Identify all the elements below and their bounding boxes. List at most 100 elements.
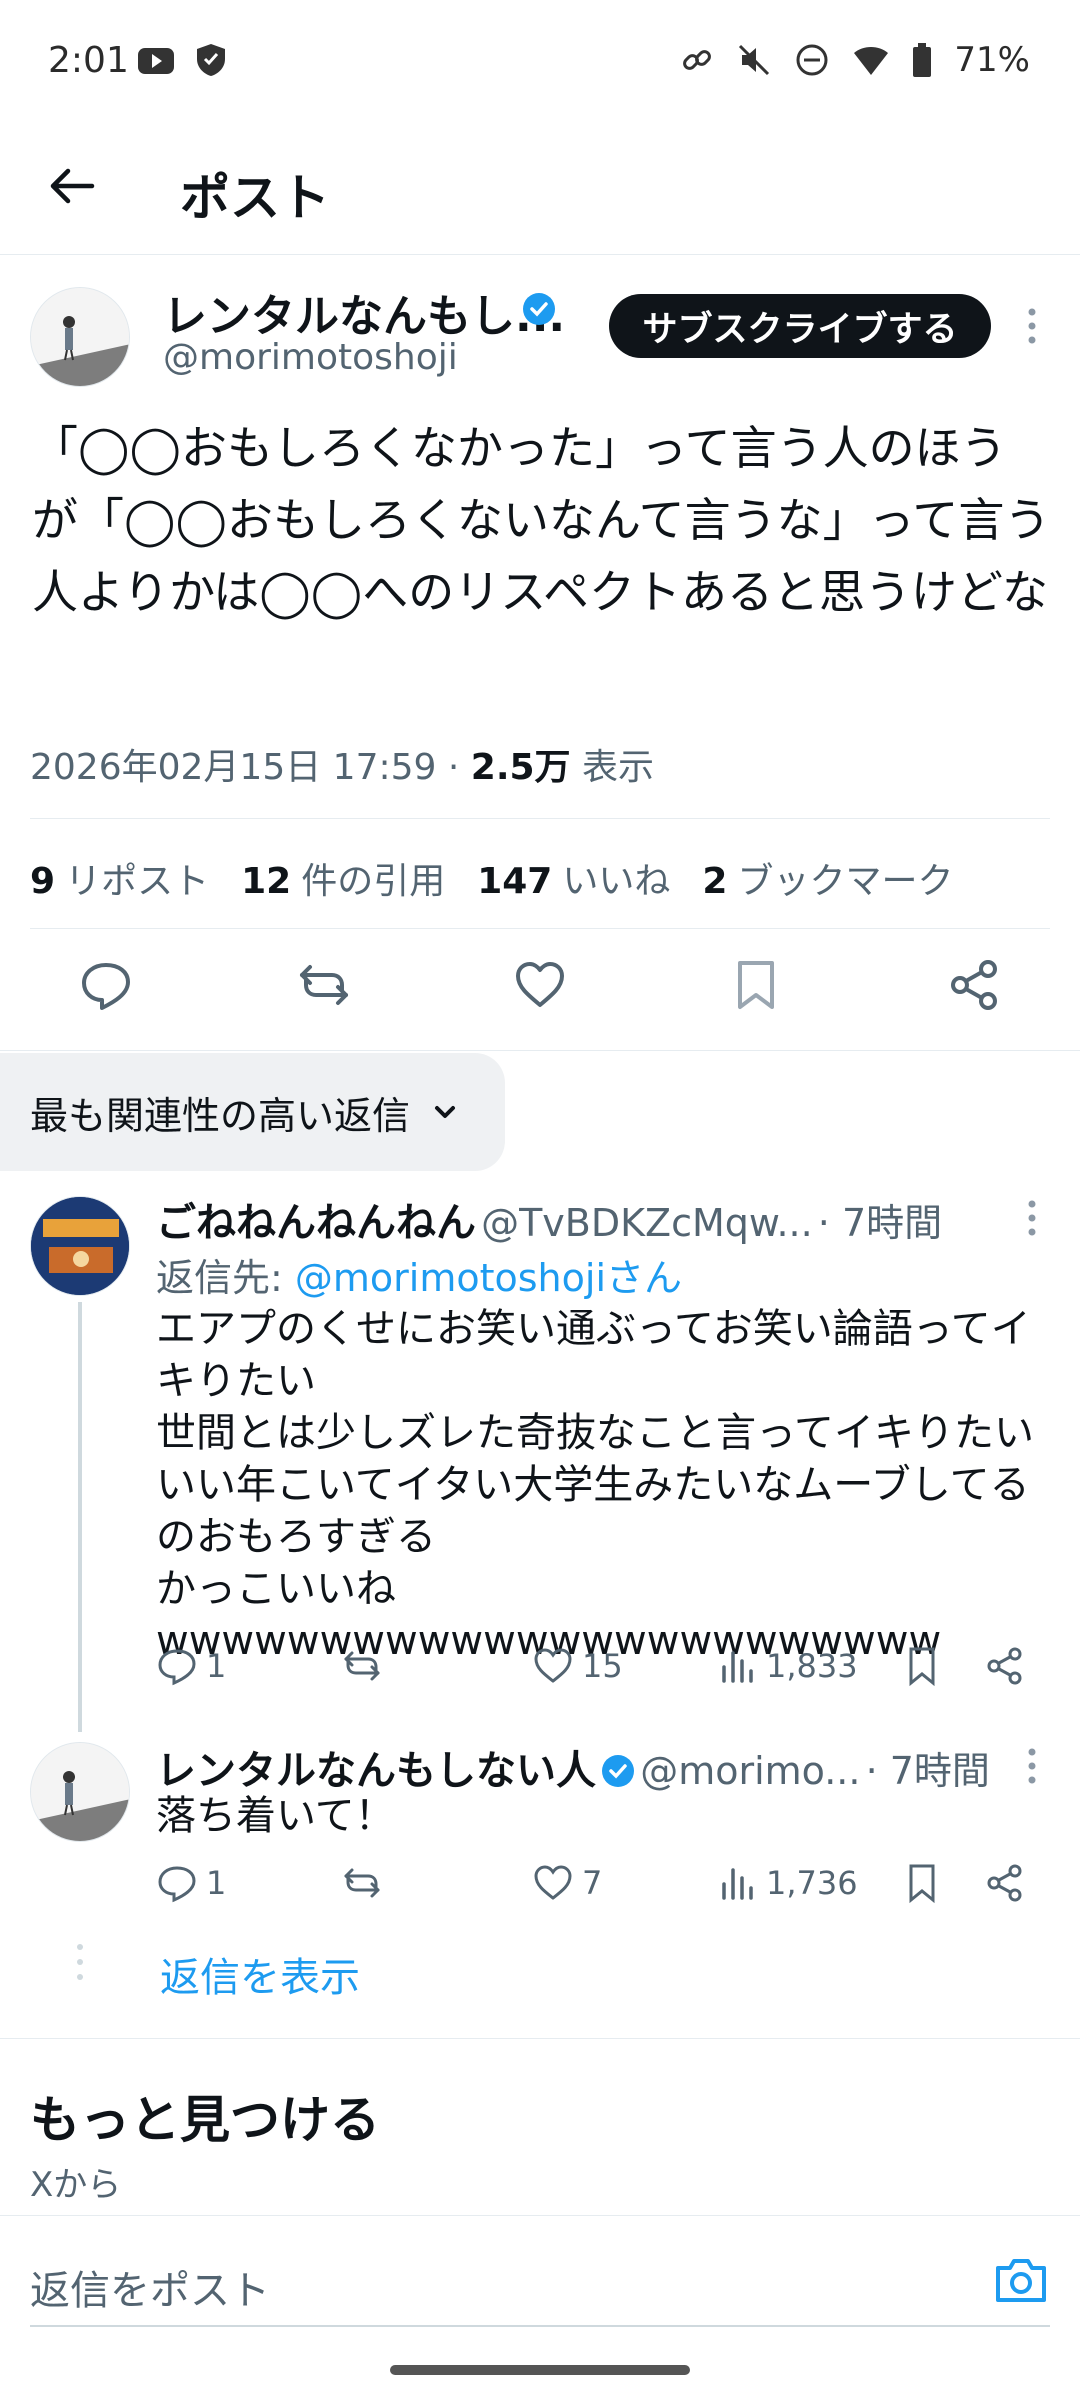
bookmark-icon — [909, 1647, 935, 1687]
reply-actions: 1 15 1,833 — [156, 1645, 1036, 1695]
like-icon — [534, 1865, 572, 1900]
quotes-count: 12 — [241, 861, 292, 902]
dnd-icon — [794, 42, 830, 78]
home-indicator[interactable] — [390, 2365, 690, 2375]
post-meta: 2026年02月15日 17:59 · 2.5万 表示 — [30, 738, 654, 790]
reposts-count: 9 — [30, 861, 56, 902]
views-count: 1,833 — [766, 1647, 858, 1685]
back-button[interactable] — [42, 156, 102, 216]
post-text: 「◯◯おもしろくなかった」って言う人のほうが「◯◯おもしろくないなんて言うな」っ… — [32, 421, 1051, 619]
wifi-icon — [852, 43, 890, 77]
bookmark-action[interactable] — [901, 1862, 943, 1904]
reply-text: 落ち着いて！ — [156, 1793, 395, 1839]
status-icons-right: 71% — [680, 40, 1030, 80]
share-icon — [987, 1647, 1022, 1685]
more-options-icon[interactable] — [1022, 1198, 1042, 1238]
discover-subtitle: Xから — [30, 2165, 122, 2205]
shield-icon — [194, 42, 228, 78]
battery-level: 71% — [954, 40, 1030, 80]
likes-count: 147 — [477, 861, 553, 902]
sort-label: 最も関連性の高い返信 — [30, 1093, 411, 1138]
reply-author-handle[interactable]: @morimo... — [640, 1749, 860, 1793]
likes-stat[interactable]: 147 いいね — [477, 852, 670, 904]
status-icons-left — [136, 42, 228, 78]
more-options-icon[interactable] — [1022, 306, 1042, 346]
verified-badge-icon — [522, 292, 556, 326]
post-date: 2026年02月15日 17:59 · — [30, 747, 471, 788]
reply-author-handle[interactable]: @TvBDKZcMqw... — [481, 1201, 813, 1245]
reposts-label: リポスト — [65, 861, 210, 902]
views-count: 1,736 — [766, 1864, 858, 1902]
quotes-stat[interactable]: 12 件の引用 — [241, 852, 445, 904]
bookmarks-stat[interactable]: 2 ブックマーク — [702, 852, 953, 904]
reply-author-name[interactable]: ごねねんねんねん — [156, 1200, 476, 1246]
view-count: 2.5万 — [470, 747, 571, 788]
reply-header: ごねねんねんねん @TvBDKZcMqw... · 7時間 — [156, 1190, 1036, 1248]
show-replies-link[interactable]: 返信を表示 — [160, 1945, 360, 2003]
reply-sort-dropdown[interactable]: 最も関連性の高い返信 — [0, 1053, 505, 1171]
quotes-label: 件の引用 — [301, 861, 446, 902]
author-name[interactable]: レンタルなんもし... — [163, 280, 565, 344]
repost-icon[interactable] — [296, 957, 352, 1013]
post-stats: 9 リポスト 12 件の引用 147 いいね 2 ブックマーク — [30, 852, 953, 904]
reply-avatar[interactable] — [30, 1742, 130, 1842]
subscribe-button[interactable]: サブスクライブする — [609, 294, 991, 358]
reply-to-prefix: 返信先: — [156, 1256, 295, 1300]
author-handle[interactable]: @morimotoshoji — [163, 337, 458, 378]
reply-icon — [158, 1649, 196, 1686]
share-icon — [987, 1864, 1022, 1902]
bookmarks-count: 2 — [702, 861, 728, 902]
likes-label: いいね — [562, 861, 671, 902]
reply-text: エアプのくせにお笑い通ぶってお笑い論語ってイキりたい 世間とは少しズレた奇抜なこ… — [156, 1306, 1034, 1664]
views-action[interactable]: 1,736 — [716, 1862, 858, 1904]
avatar-image — [31, 1743, 129, 1841]
divider — [30, 928, 1050, 929]
top-app-bar: ポスト — [0, 130, 1080, 255]
share-icon[interactable] — [946, 957, 1002, 1013]
like-action[interactable]: 7 — [532, 1862, 602, 1904]
page-title: ポスト — [180, 169, 330, 227]
battery-icon — [912, 42, 932, 78]
status-time: 2:01 — [48, 40, 129, 81]
more-options-icon[interactable] — [1022, 1746, 1042, 1786]
like-count: 15 — [582, 1647, 623, 1685]
views-icon — [722, 1868, 753, 1900]
section-divider — [0, 2038, 1080, 2039]
link-icon — [680, 43, 714, 77]
reply-action[interactable]: 1 — [156, 1862, 226, 1904]
discover-title: もっと見つける — [30, 2091, 380, 2149]
repost-action[interactable] — [341, 1862, 391, 1904]
view-label: 表示 — [570, 747, 654, 788]
chevron-down-icon — [435, 1106, 456, 1118]
repost-action[interactable] — [341, 1645, 391, 1687]
reply-to-user-link[interactable]: @morimotoshojiさん — [295, 1256, 682, 1300]
reply-avatar[interactable] — [30, 1196, 130, 1296]
bookmark-icon[interactable] — [728, 957, 784, 1013]
bookmark-action[interactable] — [901, 1645, 943, 1687]
bookmark-icon — [909, 1864, 935, 1904]
share-action[interactable] — [984, 1645, 1026, 1687]
reply-composer-input[interactable]: 返信をポスト — [30, 2258, 270, 2316]
repost-icon — [344, 1651, 380, 1681]
reply-icon[interactable] — [78, 957, 134, 1013]
bookmarks-label: ブックマーク — [737, 861, 954, 902]
thread-line — [78, 1302, 82, 1732]
reply-author-name[interactable]: レンタルなんもしない人 — [156, 1748, 596, 1794]
like-icon[interactable] — [512, 957, 568, 1013]
post-actions — [0, 955, 1080, 1025]
reply-action[interactable]: 1 — [156, 1645, 226, 1687]
reply-count: 1 — [206, 1647, 227, 1685]
reply-to: 返信先: @morimotoshojiさん — [156, 1247, 682, 1302]
reply-header: レンタルなんもしない人 @morimo... · 7時間 — [156, 1738, 1036, 1796]
views-action[interactable]: 1,833 — [716, 1645, 858, 1687]
author-avatar[interactable] — [30, 287, 130, 387]
reply-time: · 7時間 — [817, 1201, 943, 1245]
share-action[interactable] — [984, 1862, 1026, 1904]
camera-icon[interactable] — [990, 2250, 1052, 2312]
reply-actions: 1 7 1,736 — [156, 1862, 1036, 1912]
reposts-stat[interactable]: 9 リポスト — [30, 852, 209, 904]
avatar-image — [31, 288, 129, 386]
reply-time: · 7時間 — [865, 1749, 990, 1793]
composer-divider — [0, 2215, 1080, 2216]
like-action[interactable]: 15 — [532, 1645, 623, 1687]
